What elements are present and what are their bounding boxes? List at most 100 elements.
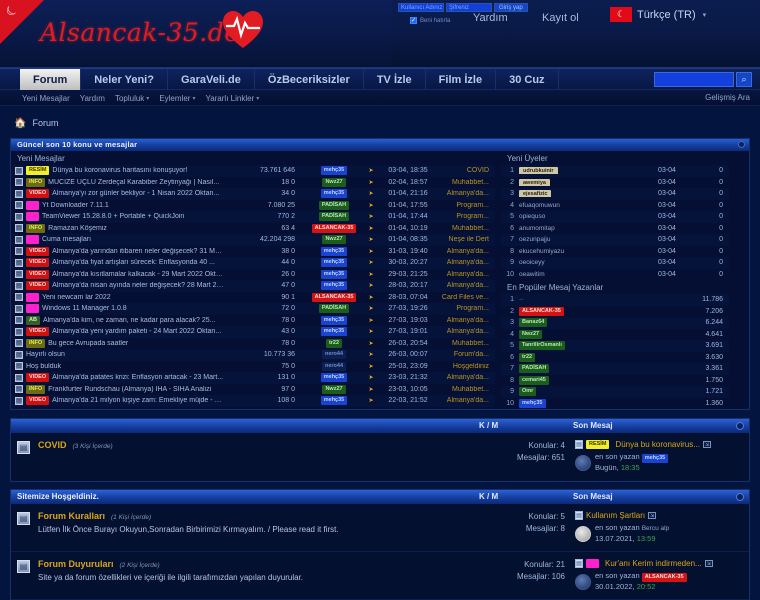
- help-link[interactable]: Yardım: [473, 12, 508, 24]
- new-member-row[interactable]: 7 oezunpajju 03-04 0: [501, 234, 729, 246]
- message-row[interactable]: ▤ VIDEO Almanya'da yarından itibaren neler…: [11, 246, 495, 258]
- password-input[interactable]: Şifreniz: [446, 3, 492, 12]
- member-name[interactable]: efuaqomuwun: [519, 202, 560, 209]
- top-poster-row[interactable]: 7 PADİSAH 3.361: [501, 363, 729, 375]
- message-row[interactable]: ▤ — Yt Downloader 7.11.1 7.080 25 PADİSAH ➤ 01…: [11, 200, 495, 212]
- remember-me-row[interactable]: ✓ Beni hatırla: [410, 17, 450, 24]
- thread-forum-link[interactable]: Almanya'da...: [439, 397, 495, 404]
- thread-title-link[interactable]: Dünya bu koronavirus haritasını konuşuyo…: [52, 167, 225, 174]
- author-badge[interactable]: mehç35: [320, 166, 348, 176]
- thread-title-link[interactable]: MUCİZE ÜÇLÜ Zerdeçal Karabiber Zeytinyağ…: [48, 179, 225, 186]
- top-poster-row[interactable]: 8 cemari45 1.750: [501, 375, 729, 387]
- poster-name-badge[interactable]: Banaz64: [519, 318, 548, 328]
- author-badge[interactable]: mehç35: [320, 269, 348, 279]
- thread-forum-link[interactable]: Program...: [439, 202, 495, 209]
- language-selector[interactable]: ☾ Türkçe (TR) ▾: [610, 7, 706, 22]
- go-to-post-icon[interactable]: ➤: [365, 386, 377, 393]
- message-row[interactable]: ▤ VIDEO Almanya'da yeni yardım paketi - 24…: [11, 326, 495, 338]
- message-row[interactable]: ▤ — Windows 11 Manager 1.0.8 72 0 PADİSAH ➤ 27…: [11, 303, 495, 315]
- poster-name-badge[interactable]: TanrilirOsmanlı: [519, 341, 565, 351]
- register-link[interactable]: Kayıt ol: [542, 12, 579, 24]
- thread-forum-link[interactable]: Muhabbet...: [439, 179, 495, 186]
- message-row[interactable]: ▤ Hoş bulduk 75 0 nero44 ➤ 25-03, 23:09 Hoşgel…: [11, 361, 495, 373]
- avatar[interactable]: [575, 525, 591, 542]
- new-member-row[interactable]: 3 ejesafizic 03-04 0: [501, 188, 729, 200]
- home-icon[interactable]: 🏠: [14, 118, 26, 129]
- thread-title-link[interactable]: Ramazan Köşemiz: [48, 225, 225, 232]
- forum-row[interactable]: ▤ Forum Duyuruları (2 Kişi İçerde) Site ya …: [11, 552, 749, 600]
- top-poster-row[interactable]: 5 TanrilirOsmanlı 3.691: [501, 340, 729, 352]
- thread-forum-link[interactable]: Almanya'da...: [439, 282, 495, 289]
- member-name[interactable]: ekucehumiyazu: [519, 248, 564, 255]
- site-title[interactable]: Alsancak-35.de: [40, 18, 240, 47]
- thread-forum-link[interactable]: Almanya'da...: [439, 374, 495, 381]
- thread-forum-link[interactable]: COVID: [439, 167, 495, 174]
- thread-forum-link[interactable]: Almanya'da...: [439, 328, 495, 335]
- poster-name-badge[interactable]: Nwz27: [519, 329, 543, 339]
- go-to-post-icon[interactable]: ➤: [365, 259, 377, 266]
- go-to-post-icon[interactable]: ➤: [365, 271, 377, 278]
- last-post-author[interactable]: mehç35: [641, 454, 669, 463]
- jump-to-last-post-icon[interactable]: ⇲: [704, 560, 713, 567]
- top-poster-row[interactable]: 9 Omr 1.721: [501, 386, 729, 398]
- message-row[interactable]: ▤ VIDEO Almanya'da patates krizi: Enflasyo…: [11, 372, 495, 384]
- nav-tab-forum[interactable]: Forum: [20, 69, 82, 91]
- message-row[interactable]: ▤ AB Almanya'da kim, ne zaman, ne kadar pa…: [11, 315, 495, 327]
- member-name[interactable]: ejesafizic: [519, 190, 552, 198]
- collapse-toggle-icon[interactable]: [738, 141, 745, 148]
- thread-title-link[interactable]: Frankfurter Rundschau (Almanya) İHA - Sİ…: [48, 386, 225, 393]
- go-to-post-icon[interactable]: ➤: [365, 305, 377, 312]
- message-row[interactable]: ▤ VIDEO Almanya'da fiyat artışları sürecek…: [11, 257, 495, 269]
- breadcrumb-item-forum[interactable]: Forum: [32, 118, 58, 128]
- go-to-post-icon[interactable]: ➤: [365, 213, 377, 220]
- poster-name-badge[interactable]: mehç35: [519, 398, 546, 408]
- poster-name-badge[interactable]: cemari45: [519, 375, 549, 385]
- message-row[interactable]: ▤ — Cuma mesajları 42.204 298 Nwz27 ➤ 01-04, 0…: [11, 234, 495, 246]
- avatar[interactable]: [575, 454, 591, 471]
- author-badge[interactable]: ALSANCAK-35: [311, 223, 357, 233]
- forum-row[interactable]: ▤ COVID (3 Kişi İçerde) Konular: 4 Mesajlar:…: [11, 433, 749, 481]
- new-member-row[interactable]: 9 oeoiceyy 03-04 0: [501, 257, 729, 269]
- go-to-post-icon[interactable]: ➤: [365, 294, 377, 301]
- go-to-post-icon[interactable]: ➤: [365, 190, 377, 197]
- login-submit-button[interactable]: Giriş yap: [494, 3, 528, 12]
- message-row[interactable]: ▤ RESİM Dünya bu koronavirus haritasını ko…: [11, 165, 495, 177]
- subnav-eylemler[interactable]: Eylemler ▾: [159, 94, 195, 103]
- top-poster-row[interactable]: 4 Nwz27 4.641: [501, 329, 729, 341]
- message-row[interactable]: ▤ INFO Ramazan Köşemiz 63 4 ALSANCAK-35 ➤ 01-0…: [11, 223, 495, 235]
- thread-title-link[interactable]: Almanya'da nisan ayında neler değişecek?…: [52, 282, 225, 289]
- avatar[interactable]: [575, 573, 591, 590]
- advanced-search-link[interactable]: Gelişmiş Ara: [705, 93, 750, 102]
- thread-title-link[interactable]: Almanya'da 21 milyon kişiye zam: Emekliy…: [52, 397, 225, 404]
- forum-title-link[interactable]: COVID: [38, 440, 67, 450]
- thread-title-link[interactable]: Almanya'da yeni yardım paketi - 24 Mart …: [52, 328, 225, 335]
- thread-title-link[interactable]: Almanya'da patates krizi: Enflasyon arta…: [52, 374, 225, 381]
- go-to-post-icon[interactable]: ➤: [365, 236, 377, 243]
- forum-title-link[interactable]: Forum Duyuruları: [38, 559, 114, 569]
- search-input[interactable]: [654, 72, 734, 87]
- forum-title-link[interactable]: Forum Kuralları: [38, 511, 105, 521]
- author-badge[interactable]: Nwz27: [322, 235, 346, 245]
- author-badge[interactable]: tr22: [325, 338, 343, 348]
- new-member-row[interactable]: 1 udrubkuinir 03-04 0: [501, 165, 729, 177]
- last-post-title-link[interactable]: Kullanım Şartları: [586, 511, 645, 520]
- thread-title-link[interactable]: Windows 11 Manager 1.0.8: [42, 305, 225, 312]
- author-badge[interactable]: mehç35: [320, 373, 348, 383]
- member-name[interactable]: oeoiceyy: [519, 259, 545, 266]
- new-member-row[interactable]: 10 oeawitim 03-04 0: [501, 269, 729, 281]
- nav-tab-30-cuz[interactable]: 30 Cuz: [496, 69, 559, 91]
- top-poster-row[interactable]: 3 Banaz64 6.244: [501, 317, 729, 329]
- author-badge[interactable]: mehç35: [320, 315, 348, 325]
- author-badge[interactable]: PADİSAH: [318, 200, 350, 210]
- member-name[interactable]: anumomitap: [519, 225, 555, 232]
- message-row[interactable]: ▤ INFO Bu gece Avrupada saatler 78 0 tr22 ➤ 26…: [11, 338, 495, 350]
- message-row[interactable]: ▤ VIDEO Almanya'da kısıtlamalar kalkacak -…: [11, 269, 495, 281]
- message-row[interactable]: ▤ INFO MUCİZE ÜÇLÜ Zerdeçal Karabiber Zeyt…: [11, 177, 495, 189]
- subnav-yararl-linkler[interactable]: Yararlı Linkler ▾: [205, 94, 259, 103]
- nav-tab-neler-yeni[interactable]: Neler Yeni?: [81, 69, 168, 91]
- thread-title-link[interactable]: Yeni newcam lar 2022: [42, 294, 225, 301]
- go-to-post-icon[interactable]: ➤: [365, 167, 377, 174]
- subnav-yard-m[interactable]: Yardım: [80, 94, 105, 103]
- message-row[interactable]: ▤ VIDEO Almanya'da 21 milyon kişiye zam: E…: [11, 395, 495, 407]
- search-icon[interactable]: ⌕: [736, 72, 752, 87]
